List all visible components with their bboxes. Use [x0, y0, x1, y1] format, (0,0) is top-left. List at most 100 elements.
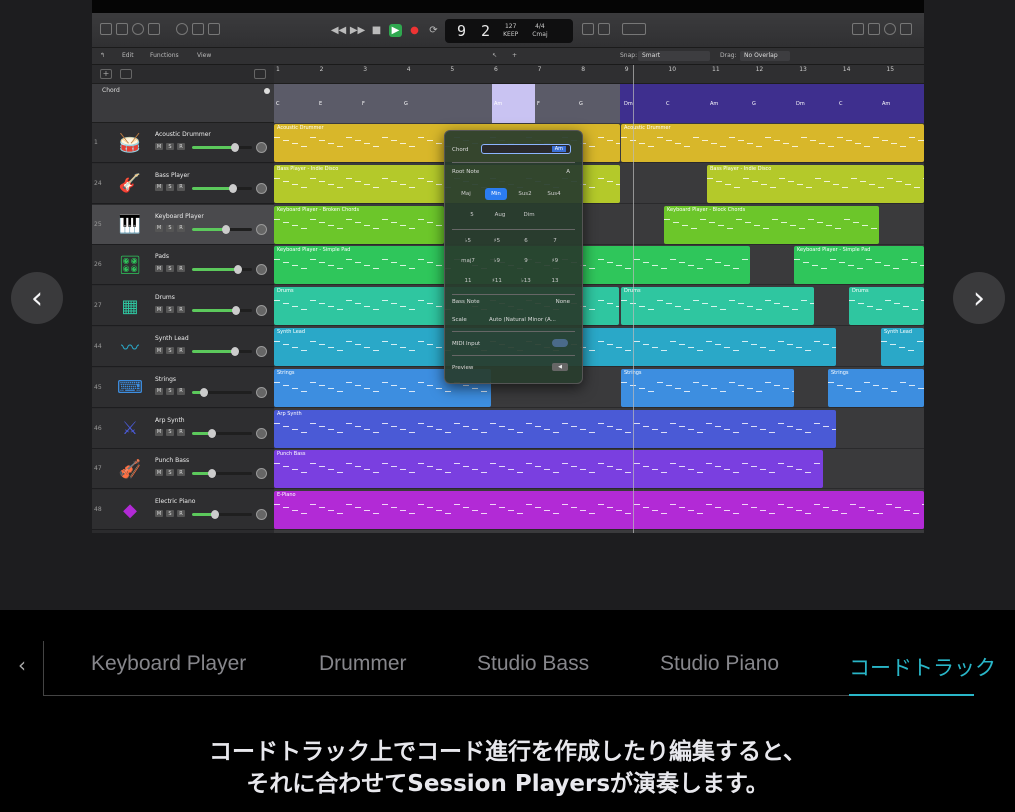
fader-knob[interactable] [232, 306, 241, 316]
chord-label[interactable]: F [537, 101, 540, 107]
list-editors-icon[interactable] [852, 23, 864, 35]
chord-region[interactable] [274, 84, 620, 123]
rewind-icon[interactable]: ◀◀ [331, 24, 346, 37]
duplicate-track-icon[interactable] [120, 69, 132, 79]
chord-quality-button[interactable]: Maj [455, 188, 477, 200]
mute-button[interactable]: M [155, 143, 163, 150]
mute-button[interactable]: M [155, 224, 163, 232]
loop-browser-icon[interactable] [884, 23, 896, 35]
chord-extension-button[interactable]: ♯11 [486, 275, 508, 287]
track-header[interactable]: 48 ◆ Electric Piano M S R [92, 490, 274, 531]
lcd-display[interactable]: 9 2 127 KEEP 4/4 Cmaj [445, 19, 573, 43]
volume-fader[interactable] [192, 347, 252, 356]
track-header[interactable]: 24 🎸 Bass Player M S R [92, 163, 274, 204]
chord-quality-button[interactable]: Sus4 [543, 188, 565, 200]
tab-studio-piano[interactable]: Studio Piano [660, 652, 779, 676]
volume-fader[interactable] [192, 183, 252, 193]
chord-quality-button[interactable]: Sus2 [514, 188, 536, 200]
solo-button[interactable]: S [166, 469, 174, 477]
chord-quality-button[interactable]: Min [485, 188, 507, 200]
chord-label[interactable]: Am [882, 101, 890, 107]
fader-knob[interactable] [221, 224, 230, 234]
track-name[interactable]: Acoustic Drummer [155, 131, 211, 138]
editors-icon[interactable] [208, 23, 220, 35]
chord-track-close-icon[interactable] [264, 88, 270, 94]
fast-forward-icon[interactable]: ▶▶ [350, 24, 365, 37]
record-enable-button[interactable]: R [177, 347, 185, 354]
snap-select[interactable]: Smart [638, 51, 710, 61]
volume-fader[interactable] [192, 387, 252, 397]
track-header[interactable]: 47 🎻 Punch Bass M S R [92, 449, 274, 490]
mute-button[interactable]: M [155, 265, 163, 273]
mute-button[interactable]: M [155, 347, 163, 354]
track-region[interactable]: Punch Bass [274, 450, 823, 489]
tuner-icon[interactable] [582, 23, 594, 35]
track-header[interactable]: 46 ⚔ Arp Synth M S R [92, 408, 274, 449]
chord-label[interactable]: C [839, 101, 843, 107]
edit-menu[interactable]: Edit [122, 52, 134, 59]
chord-label[interactable]: Dm [624, 101, 633, 107]
pan-knob[interactable] [256, 427, 267, 439]
track-region[interactable]: Strings [621, 368, 794, 407]
pan-knob[interactable] [256, 509, 267, 521]
track-header[interactable]: 25 🎹 Keyboard Player M S R [92, 204, 274, 245]
track-name[interactable]: Strings [155, 376, 176, 383]
track-region[interactable]: Bass Player - Indie Disco [707, 164, 924, 203]
pan-knob[interactable] [256, 264, 267, 276]
tab-chord-track[interactable]: コードトラック [849, 652, 996, 682]
chord-extension-button[interactable]: ♭9 [486, 255, 508, 267]
mute-button[interactable]: M [155, 510, 163, 518]
track-region[interactable]: Acoustic Drummer [621, 124, 924, 162]
midi-input-toggle[interactable] [552, 339, 568, 347]
solo-button[interactable]: S [166, 510, 174, 518]
add-track-icon[interactable]: + [100, 69, 112, 79]
track-header[interactable]: 26 🎛 Pads M S R [92, 245, 274, 286]
chord-extension-button[interactable]: 7 [544, 235, 566, 247]
record-enable-button[interactable]: R [177, 265, 185, 273]
chord-extension-button[interactable]: ♭5 [457, 235, 479, 247]
track-header[interactable]: 44 〰 Synth Lead M S R [92, 327, 274, 367]
fader-knob[interactable] [228, 183, 237, 193]
chord-label[interactable]: C [276, 101, 280, 107]
mute-button[interactable]: M [155, 428, 163, 436]
solo-button[interactable]: S [166, 265, 174, 273]
scale-select[interactable]: Auto (Natural Minor (A... [489, 317, 575, 323]
solo-button[interactable]: S [166, 183, 174, 191]
tab-drummer[interactable]: Drummer [319, 652, 407, 676]
chord-label[interactable]: G [404, 101, 408, 107]
inspector-icon[interactable] [116, 23, 128, 35]
solo-button[interactable]: S [166, 224, 174, 232]
record-enable-button[interactable]: R [177, 428, 185, 436]
pan-knob[interactable] [256, 346, 267, 357]
fader-knob[interactable] [233, 265, 242, 275]
speaker-icon[interactable]: ◀ [552, 363, 568, 371]
bar-ruler[interactable]: 1 2 3 4 5 6 7 8 9 10 11 12 13 14 15 [274, 65, 924, 84]
count-in-icon[interactable] [598, 23, 610, 35]
pointer-tool-icon[interactable]: ↖ [492, 52, 497, 59]
toolbar-icon[interactable] [148, 23, 160, 35]
global-tracks-icon[interactable] [254, 69, 266, 79]
chord-quality-button[interactable]: 5 [461, 209, 483, 221]
tab-keyboard-player[interactable]: Keyboard Player [91, 652, 246, 676]
pan-knob[interactable] [256, 305, 267, 317]
mute-button[interactable]: M [155, 183, 163, 191]
fader-knob[interactable] [231, 143, 240, 152]
volume-fader[interactable] [192, 143, 252, 152]
track-region[interactable]: Strings [828, 368, 924, 407]
previous-slide-button[interactable]: ‹ [11, 272, 63, 324]
view-menu[interactable]: View [197, 52, 211, 59]
track-header[interactable]: 27 ▦ Drums M S R [92, 286, 274, 327]
chord-extension-button[interactable]: maj7 [457, 255, 479, 267]
record-enable-button[interactable]: R [177, 143, 185, 150]
tabs-scroll-back-button[interactable]: ‹ [18, 653, 26, 677]
functions-menu[interactable]: Functions [150, 52, 179, 59]
fader-knob[interactable] [207, 428, 216, 438]
library-icon[interactable] [100, 23, 112, 35]
chord-track-header[interactable]: Chord [92, 84, 274, 123]
track-name[interactable]: Arp Synth [155, 417, 185, 424]
volume-fader[interactable] [192, 428, 252, 438]
track-region[interactable]: Synth Lead [881, 328, 924, 366]
chord-extension-button[interactable]: 9 [515, 255, 537, 267]
metronome-icon[interactable] [622, 23, 646, 35]
chord-label[interactable]: Am [710, 101, 718, 107]
